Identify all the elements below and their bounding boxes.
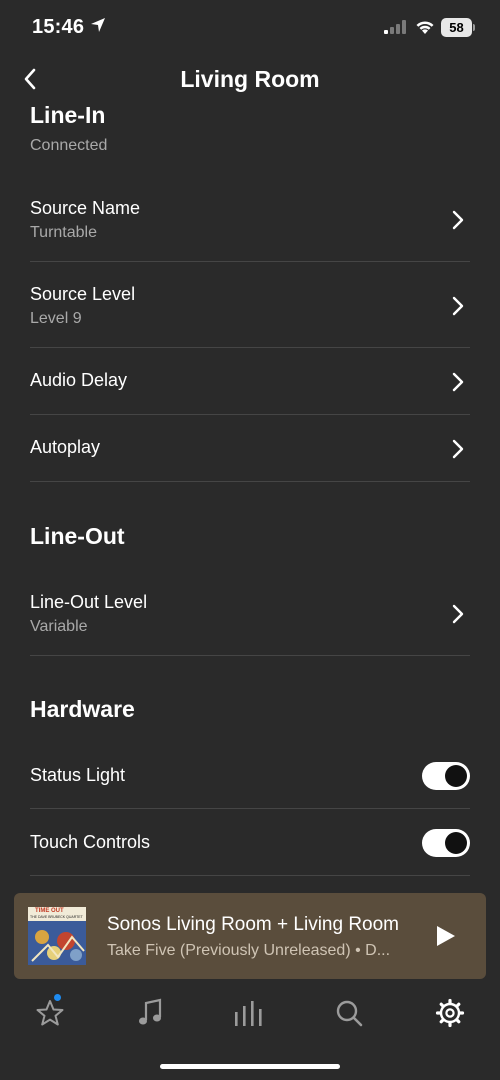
player-room-name: Sonos Living Room + Living Room: [107, 914, 400, 935]
chevron-right-icon: [452, 439, 464, 459]
album-art-artist: THE DAVE BRUBECK QUARTET: [30, 915, 83, 919]
cellular-signal-icon: [384, 20, 406, 34]
row-label: Source Level: [30, 284, 136, 304]
now-playing-bar[interactable]: TIME OUT THE DAVE BRUBECK QUARTET Sonos …: [14, 893, 486, 979]
location-arrow-icon: [91, 18, 105, 32]
divider: [30, 875, 470, 876]
row-label: Autoplay: [30, 437, 101, 457]
music-note-icon: [139, 998, 162, 1025]
toggle-knob: [445, 832, 467, 854]
section-title-hardware: Hardware: [30, 696, 135, 722]
divider: [30, 481, 470, 482]
battery-nub: [473, 24, 475, 31]
gear-icon: [435, 998, 465, 1028]
status-time: 15:46: [32, 16, 85, 38]
row-audio-delay[interactable]: Audio Delay: [30, 348, 470, 415]
chevron-right-icon: [452, 372, 464, 392]
tab-bar: [0, 990, 500, 1040]
tab-search[interactable]: [329, 993, 369, 1033]
row-status-light: Status Light: [30, 742, 470, 809]
row-autoplay[interactable]: Autoplay: [30, 415, 470, 482]
row-value: Level 9: [30, 310, 82, 327]
wifi-icon: [416, 21, 434, 34]
home-indicator: [160, 1064, 340, 1069]
player-track-info: Take Five (Previously Unreleased) • D...: [107, 942, 391, 959]
row-source-name[interactable]: Source Name Turntable: [30, 176, 470, 262]
tab-rooms[interactable]: [229, 993, 269, 1033]
tab-favorites[interactable]: [30, 993, 70, 1033]
row-label: Audio Delay: [30, 370, 128, 390]
row-label: Source Name: [30, 198, 141, 218]
tab-music[interactable]: [130, 993, 170, 1033]
row-label: Touch Controls: [30, 832, 151, 852]
album-art: TIME OUT THE DAVE BRUBECK QUARTET: [28, 907, 86, 965]
play-button[interactable]: [432, 923, 458, 949]
divider: [30, 655, 470, 656]
row-source-level[interactable]: Source Level Level 9: [30, 262, 470, 348]
row-label: Status Light: [30, 765, 126, 785]
status-light-toggle[interactable]: [422, 762, 470, 790]
star-icon: [36, 1000, 64, 1026]
line-in-status: Connected: [30, 137, 108, 154]
row-label: Line-Out Level: [30, 592, 148, 612]
page-title: Living Room: [180, 66, 320, 92]
toggle-knob: [445, 765, 467, 787]
section-title-line-out: Line-Out: [30, 523, 125, 549]
chevron-right-icon: [452, 296, 464, 316]
touch-controls-toggle[interactable]: [422, 829, 470, 857]
album-art-title: TIME OUT: [35, 908, 64, 914]
section-title-line-in: Line-In: [30, 102, 106, 128]
status-bar: 15:46 58: [0, 0, 500, 52]
row-touch-controls: Touch Controls: [30, 809, 470, 876]
tab-settings[interactable]: [430, 993, 470, 1033]
chevron-right-icon: [452, 210, 464, 230]
row-value: Turntable: [30, 224, 97, 241]
search-icon: [336, 1000, 363, 1027]
chevron-right-icon: [452, 604, 464, 624]
rooms-bars-icon: [235, 1001, 262, 1026]
battery-indicator: 58: [441, 18, 472, 37]
row-line-out-level[interactable]: Line-Out Level Variable: [30, 570, 470, 656]
favorites-badge-dot: [54, 994, 61, 1001]
nav-bar: Living Room: [0, 52, 500, 104]
row-value: Variable: [30, 618, 88, 635]
